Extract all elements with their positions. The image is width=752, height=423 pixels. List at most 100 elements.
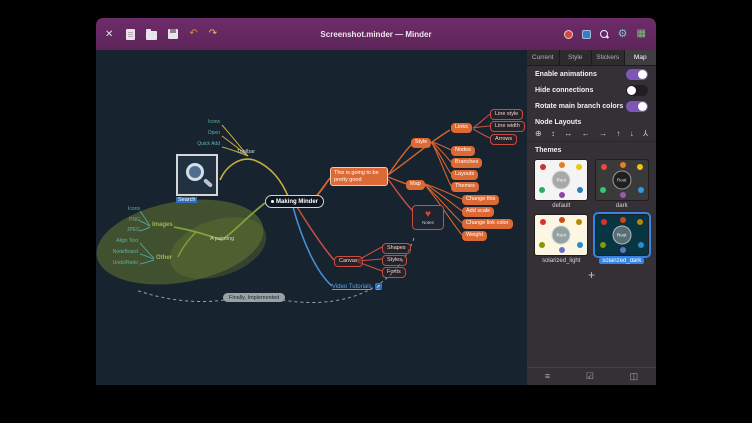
node-change-link-color[interactable]: Change link color xyxy=(462,219,513,229)
themes-grid: Root default Root xyxy=(527,156,656,267)
node-style[interactable]: Style xyxy=(411,138,431,148)
hide-connections-toggle[interactable] xyxy=(626,85,648,96)
node-canvas[interactable]: Canvas xyxy=(334,256,363,267)
node-align-text[interactable]: Align Text xyxy=(96,238,138,244)
theme-dot xyxy=(600,242,606,248)
rotate-colors-toggle[interactable] xyxy=(626,101,648,112)
theme-dot xyxy=(540,219,546,225)
node-search-image[interactable]: Search xyxy=(176,154,218,203)
node-jpeg[interactable]: JPEG xyxy=(98,227,140,233)
node-fonts[interactable]: Fonts xyxy=(382,267,406,278)
sidebar-tabs: Current Style Stickers Map xyxy=(527,50,656,66)
layout-upwards-icon[interactable]: ↑ xyxy=(616,130,620,138)
node-callout[interactable]: Finally, Implemented xyxy=(223,293,285,302)
search-icon[interactable] xyxy=(600,30,609,39)
layout-horizontal-icon[interactable]: ↔ xyxy=(564,130,572,138)
node-shapes[interactable]: Shapes xyxy=(382,243,411,254)
node-images-icons[interactable]: Icons xyxy=(98,206,140,212)
app-grid-icon[interactable]: ▦ xyxy=(637,29,646,39)
theme-default[interactable]: Root default xyxy=(534,159,589,209)
node-undo-redo[interactable]: Undo/Redo xyxy=(96,260,138,266)
node-png[interactable]: PNG xyxy=(98,217,140,223)
undo-icon[interactable]: ↶ xyxy=(189,29,197,39)
node-root[interactable]: Making Minder xyxy=(265,195,324,208)
theme-dot xyxy=(620,217,626,223)
node-other[interactable]: Other xyxy=(156,255,172,261)
theme-solarized-dark[interactable]: Root solarized_dark xyxy=(595,214,650,264)
node-links[interactable]: Links xyxy=(451,123,472,133)
redo-icon[interactable]: ↷ xyxy=(209,29,217,39)
theme-dot xyxy=(559,217,565,223)
mindmap-canvas[interactable]: Making Minder Toolbar Icons Open Quick A… xyxy=(96,50,527,385)
theme-dot xyxy=(576,219,582,225)
node-toolbar-quickadd[interactable]: Quick Add xyxy=(178,141,220,147)
node-arrows[interactable]: Arrows xyxy=(490,134,517,145)
theme-dot xyxy=(620,247,626,253)
node-weight[interactable]: Weight xyxy=(462,231,487,241)
tab-stickers[interactable]: Stickers xyxy=(592,50,625,65)
node-map[interactable]: Map xyxy=(406,180,425,190)
node-branches[interactable]: Branches xyxy=(451,158,482,168)
node-nodes[interactable]: Nodes xyxy=(451,146,475,156)
theme-dot xyxy=(637,164,643,170)
link-icon[interactable]: ⇗ xyxy=(375,283,382,290)
node-add-scale[interactable]: Add scale xyxy=(462,207,494,217)
balance-icon[interactable]: ≡ xyxy=(545,372,550,381)
tab-style[interactable]: Style xyxy=(560,50,593,65)
layout-manual-icon[interactable]: ⊕ xyxy=(535,130,542,138)
toolbar-right: ⚙ ▦ xyxy=(564,29,646,40)
close-button[interactable]: ✕ xyxy=(105,29,113,40)
theme-solarized-light[interactable]: Root solarized_light xyxy=(534,214,589,264)
checklist-icon[interactable]: ☑ xyxy=(586,372,594,381)
node-toolbar-icons[interactable]: Icons xyxy=(178,119,220,125)
node-toolbar[interactable]: Toolbar xyxy=(237,149,255,155)
branch-edges xyxy=(96,50,527,385)
theme-dot xyxy=(620,192,626,198)
node-painting[interactable]: A painting xyxy=(210,236,234,242)
layout-to-left-icon[interactable]: ← xyxy=(582,130,590,138)
node-images[interactable]: Images xyxy=(152,222,173,228)
desktop-background: ✕ ↶ ↷ Screenshot.minder — Minder ⚙ ▦ xyxy=(0,0,752,423)
sidebar-bottom-toolbar: ≡ ☑ ◫ xyxy=(527,367,656,385)
node-layouts[interactable]: Layouts xyxy=(451,170,478,180)
node-nodeboard[interactable]: NodeBoard xyxy=(96,249,138,255)
layout-downwards-icon[interactable]: ↓ xyxy=(630,130,634,138)
theme-dot xyxy=(559,162,565,168)
save-icon[interactable] xyxy=(168,29,178,39)
layout-to-right-icon[interactable]: → xyxy=(599,130,607,138)
export-icon[interactable] xyxy=(582,30,591,39)
new-document-icon[interactable] xyxy=(126,29,135,40)
frame-icon[interactable]: ◫ xyxy=(630,372,639,381)
node-notes[interactable]: ♥ Notes xyxy=(412,205,444,230)
theme-dot xyxy=(577,187,583,193)
layout-tree-icon[interactable]: ⅄ xyxy=(643,130,648,138)
layout-vertical-icon[interactable]: ↕ xyxy=(551,130,555,138)
add-theme-button[interactable]: + xyxy=(588,269,595,281)
node-video-tutorials[interactable]: Video Tutorials ⇗ xyxy=(332,283,382,290)
node-change-this[interactable]: Change this xyxy=(462,195,499,205)
node-notes-label: Notes xyxy=(422,220,434,225)
theme-dot xyxy=(539,242,545,248)
node-themes[interactable]: Themes xyxy=(451,182,479,192)
node-line-width[interactable]: Line width xyxy=(490,121,525,132)
node-pretty-good[interactable]: This is going to be pretty good xyxy=(330,167,388,186)
theme-solarized-dark-name: solarized_dark xyxy=(599,258,644,264)
enable-animations-toggle[interactable] xyxy=(626,69,648,80)
focus-mode-icon[interactable] xyxy=(564,30,573,39)
node-toolbar-open[interactable]: Open xyxy=(178,130,220,136)
theme-dot xyxy=(539,187,545,193)
titlebar[interactable]: ✕ ↶ ↷ Screenshot.minder — Minder ⚙ ▦ xyxy=(96,18,656,50)
enable-animations-row: Enable animations xyxy=(527,66,656,82)
tab-current[interactable]: Current xyxy=(527,50,560,65)
settings-icon[interactable]: ⚙ xyxy=(618,29,628,40)
toolbar-left: ↶ ↷ xyxy=(126,29,217,40)
node-search-label[interactable]: Search xyxy=(176,197,197,203)
theme-dark[interactable]: Root dark xyxy=(595,159,650,209)
heart-icon: ♥ xyxy=(425,210,431,220)
theme-solarized-light-name: solarized_light xyxy=(539,258,583,264)
node-line-style[interactable]: Line style xyxy=(490,109,523,120)
theme-root-node: Root xyxy=(612,171,631,190)
tab-map[interactable]: Map xyxy=(625,50,657,65)
open-folder-icon[interactable] xyxy=(146,31,157,40)
node-styles[interactable]: Styles xyxy=(382,255,407,266)
